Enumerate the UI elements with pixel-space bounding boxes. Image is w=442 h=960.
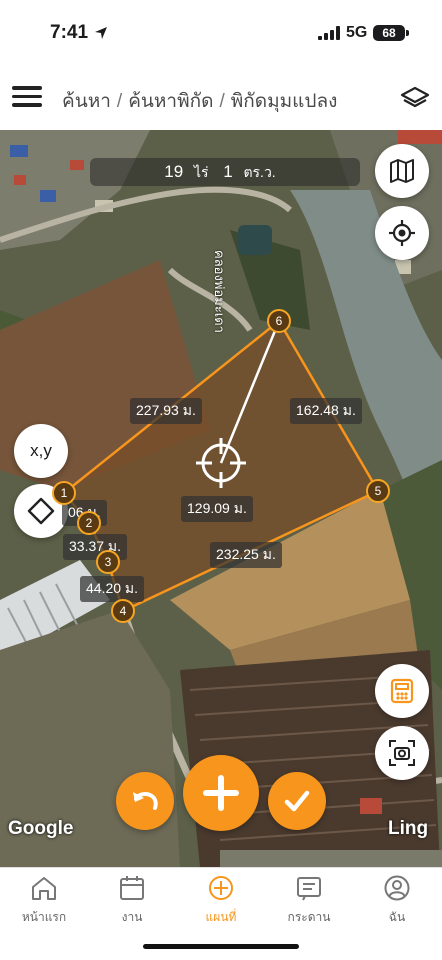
location-arrow-icon: [95, 27, 107, 39]
tab-label: งาน: [121, 910, 143, 924]
tab-label: แผนที่: [205, 910, 237, 924]
vertex-marker-2[interactable]: 2: [77, 511, 101, 535]
tab-label: ฉัน: [388, 910, 406, 924]
canal-label: คลองพ่อมะเดา: [212, 250, 227, 333]
calculator-icon: [390, 678, 414, 704]
coordinate-input-button[interactable]: x,y: [14, 424, 68, 478]
signal-icon: [318, 26, 340, 40]
app-header: ค้นหา / ค้นหาพิกัด / พิกัดมุมแปลง: [0, 66, 442, 130]
radius-label: 129.09 ม.: [181, 496, 253, 522]
area-rai-value: 19: [164, 162, 184, 181]
status-bar: 7:41 5G 68: [0, 0, 442, 66]
tab-tasks[interactable]: งาน: [92, 874, 172, 927]
tab-board[interactable]: กระดาน: [269, 874, 349, 927]
layers-icon[interactable]: [400, 85, 430, 113]
board-icon: [297, 877, 321, 901]
ling-attribution: Ling: [388, 818, 429, 839]
confirm-button[interactable]: [268, 772, 326, 830]
vertex-marker-5[interactable]: 5: [366, 479, 390, 503]
tab-label: หน้าแรก: [21, 910, 67, 924]
undo-icon: [133, 792, 158, 810]
map-plus-icon: [209, 876, 233, 900]
locate-button[interactable]: [375, 206, 429, 260]
diamond-icon: [27, 497, 55, 525]
status-time: 7:41: [50, 22, 89, 43]
distance-label: 232.25 ม.: [210, 542, 282, 568]
distance-label: 44.20 ม.: [80, 576, 145, 602]
area-rai-unit: ไร่: [193, 164, 209, 180]
add-point-button[interactable]: [183, 755, 259, 831]
home-indicator: [143, 944, 299, 949]
battery-icon: 68: [373, 25, 405, 41]
area-wah-value: 1: [223, 162, 233, 181]
vertex-marker-3[interactable]: 3: [96, 550, 120, 574]
satellite-map[interactable]: 19 ไร่ 1 ตร.ว. คลองพ่อมะเดา x,y 227.93 ม…: [0, 130, 442, 867]
calculator-button[interactable]: [375, 664, 429, 718]
breadcrumb-separator: /: [219, 91, 225, 112]
battery-tip: [406, 30, 409, 36]
vertex-marker-6[interactable]: 6: [267, 309, 291, 333]
checkmark-icon: [284, 790, 310, 812]
breadcrumb-search-coordinates[interactable]: ค้นหาพิกัด: [128, 91, 213, 112]
network-type: 5G: [346, 24, 368, 41]
profile-icon: [384, 875, 410, 901]
menu-icon[interactable]: [12, 86, 42, 110]
tab-label: กระดาน: [287, 910, 331, 924]
camera-icon: [389, 740, 415, 766]
plus-icon: [203, 775, 239, 811]
screenshot-button[interactable]: [375, 726, 429, 780]
breadcrumb-search[interactable]: ค้นหา: [62, 91, 111, 112]
tab-me[interactable]: ฉัน: [357, 874, 437, 927]
breadcrumb-plot-corners: พิกัดมุมแปลง: [230, 91, 338, 112]
home-icon: [32, 877, 56, 900]
map-icon: [390, 159, 414, 183]
area-summary: 19 ไร่ 1 ตร.ว.: [90, 158, 360, 186]
map-type-button[interactable]: [375, 144, 429, 198]
vertex-marker-4[interactable]: 4: [111, 599, 135, 623]
distance-label: 162.48 ม.: [290, 398, 362, 424]
distance-label: 227.93 ม.: [130, 398, 202, 424]
tab-home[interactable]: หน้าแรก: [4, 874, 84, 927]
google-attribution: Google: [8, 818, 74, 839]
undo-button[interactable]: [116, 772, 174, 830]
tab-map[interactable]: แผนที่: [181, 874, 261, 927]
vertex-marker-1[interactable]: 1: [52, 481, 76, 505]
breadcrumb: ค้นหา / ค้นหาพิกัด / พิกัดมุมแปลง: [62, 86, 337, 116]
area-wah-unit: ตร.ว.: [243, 164, 276, 180]
crosshair-icon: [389, 220, 415, 246]
calendar-icon: [120, 876, 144, 900]
breadcrumb-separator: /: [116, 91, 123, 112]
